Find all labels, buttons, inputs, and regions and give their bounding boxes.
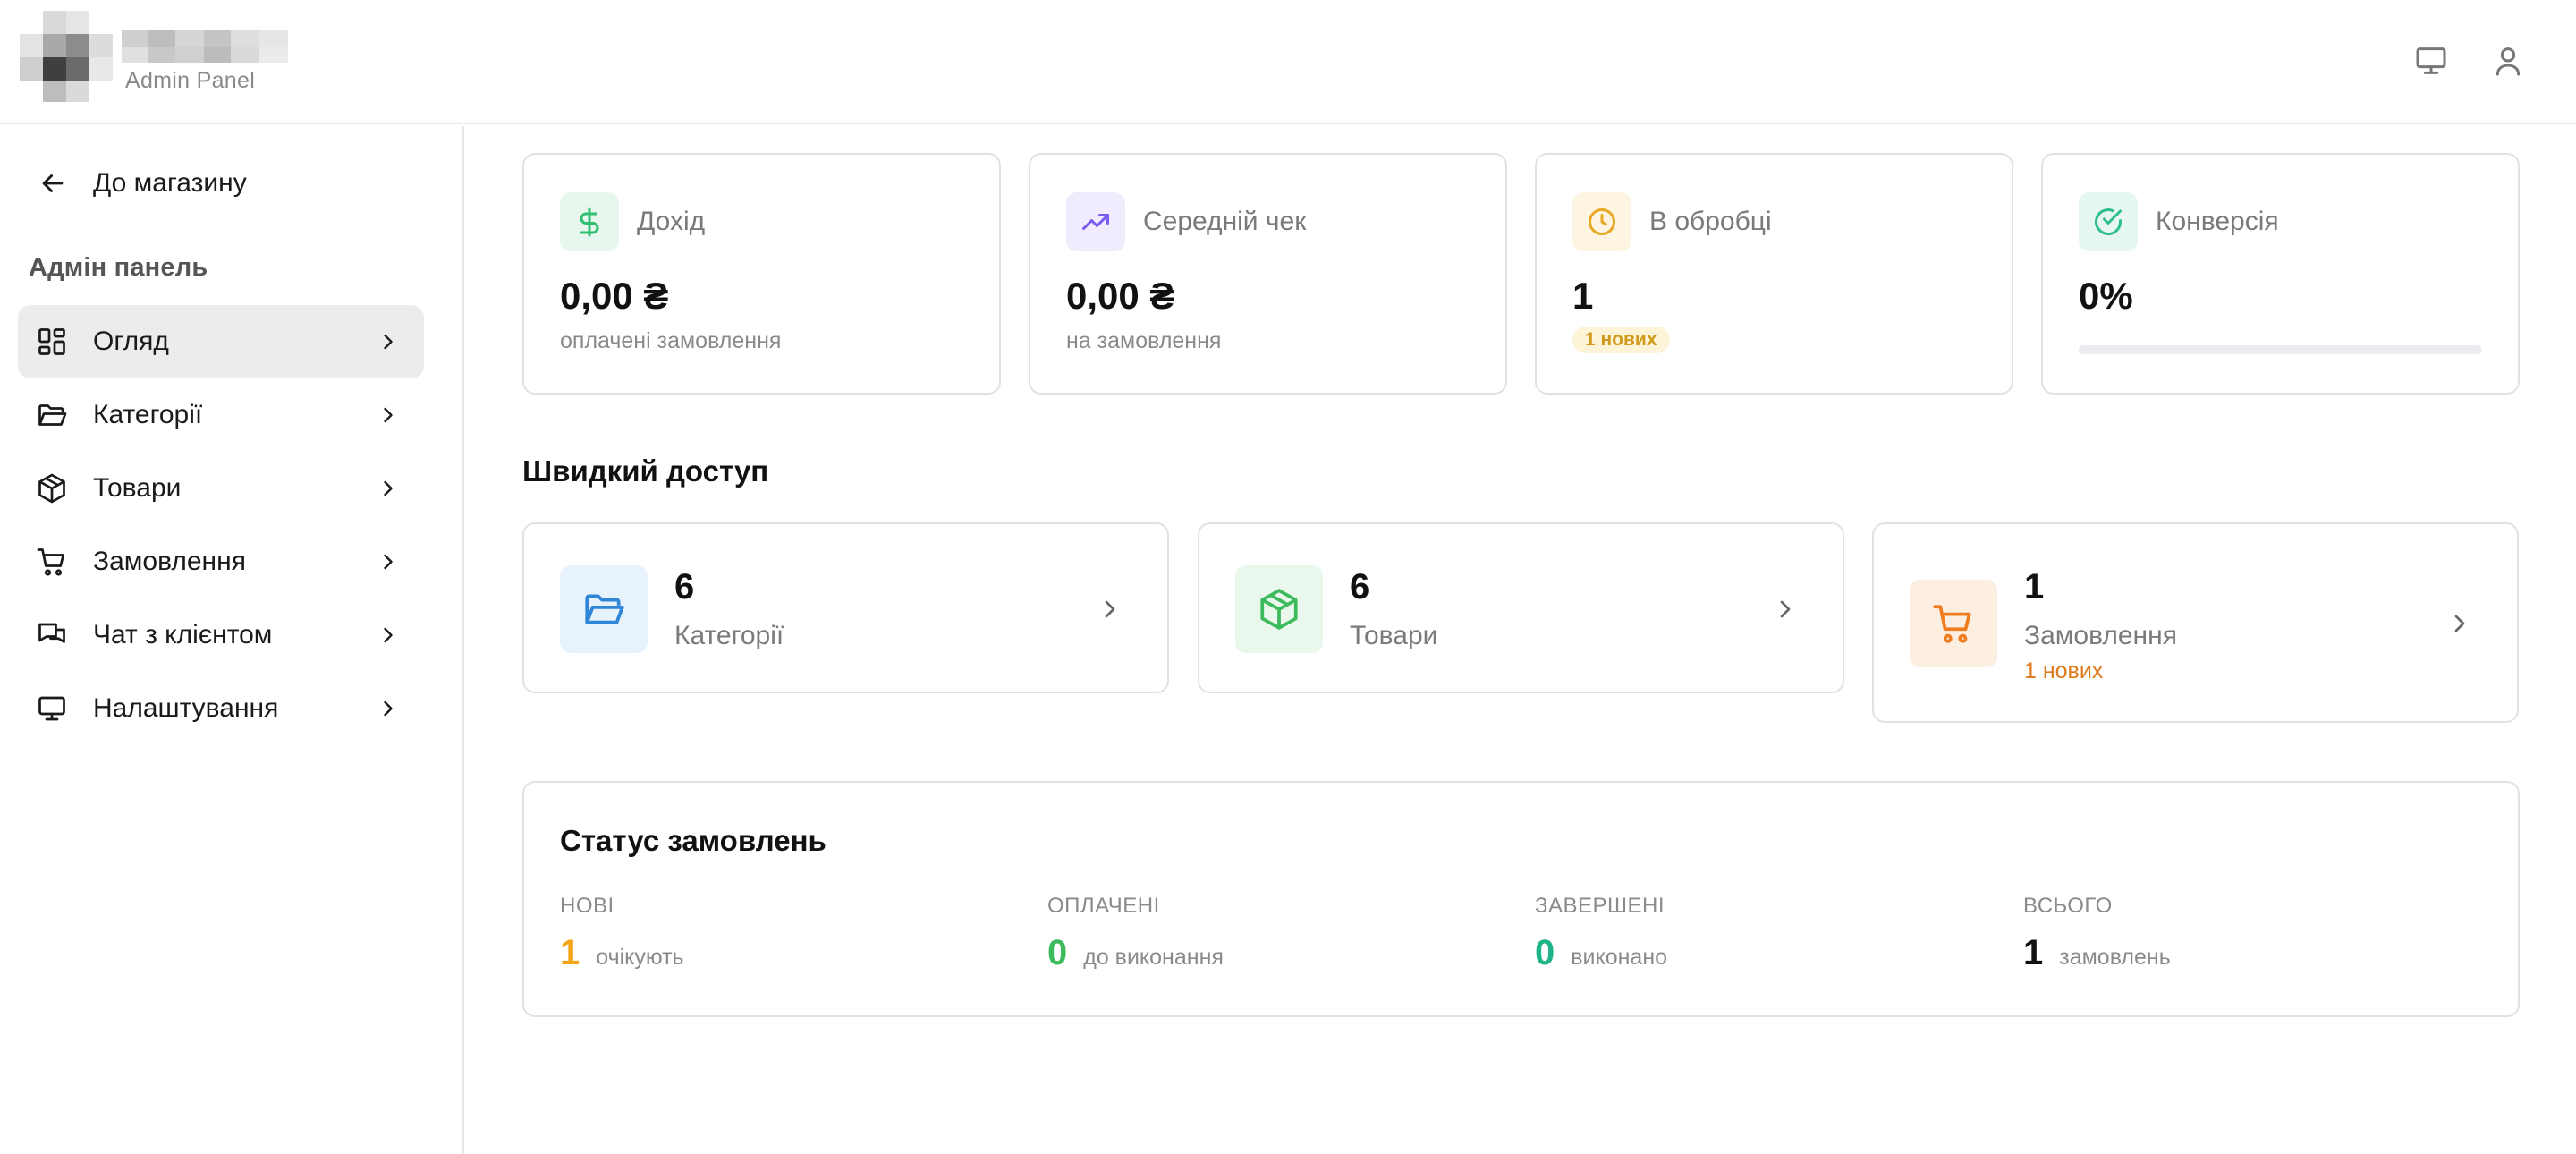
sidebar-nav: Огляд Категорії Товари Замовлення Чат з … bbox=[18, 305, 424, 745]
sidebar-item-categories[interactable]: Категорії bbox=[18, 378, 424, 452]
stat-card-processing: В обробці 1 1 нових bbox=[1535, 153, 2013, 395]
folder-icon bbox=[36, 399, 68, 431]
sidebar-item-settings[interactable]: Налаштування bbox=[18, 672, 424, 745]
sidebar-item-chat[interactable]: Чат з клієнтом bbox=[18, 598, 424, 672]
stat-label: Конверсія bbox=[2156, 207, 2279, 236]
chevron-right-icon bbox=[376, 476, 401, 501]
status-col-desc: виконано bbox=[1571, 945, 1668, 970]
stat-value: 0,00 ₴ bbox=[1066, 275, 1175, 317]
folder-icon bbox=[560, 565, 648, 653]
quick-card-count: 6 bbox=[674, 567, 695, 607]
arrow-left-icon bbox=[42, 174, 64, 192]
dollar-icon bbox=[560, 192, 619, 251]
status-badge: 1 нових bbox=[1572, 327, 1670, 353]
status-col-paid: ОПЛАЧЕНІ 0 до виконання bbox=[1047, 894, 1224, 973]
stat-label: В обробці bbox=[1649, 207, 1772, 236]
monitor-icon bbox=[36, 692, 68, 725]
package-icon bbox=[36, 472, 68, 505]
chevron-right-icon bbox=[376, 549, 401, 574]
stat-card-conversion: Конверсія 0% bbox=[2041, 153, 2520, 395]
status-col-total: ВСЬОГО 1 замовлень bbox=[2023, 894, 2171, 973]
stat-label: Дохід bbox=[637, 207, 706, 236]
quick-card-count: 6 bbox=[1350, 567, 1370, 607]
quick-access-title: Швидкий доступ bbox=[522, 454, 769, 488]
status-col-label: ОПЛАЧЕНІ bbox=[1047, 894, 1160, 918]
stat-card-income: Дохід 0,00 ₴ оплачені замовлення bbox=[522, 153, 1001, 395]
sidebar-item-overview[interactable]: Огляд bbox=[18, 305, 424, 378]
sidebar: До магазину Адмін панель Огляд Категорії bbox=[0, 126, 464, 1154]
sidebar-item-label: Категорії bbox=[93, 400, 203, 429]
sidebar-item-label: Огляд bbox=[93, 327, 169, 356]
order-status-card: Статус замовлень НОВІ 1 очікують ОПЛАЧЕН… bbox=[522, 781, 2520, 1017]
cart-icon bbox=[36, 546, 68, 578]
logo-icon[interactable] bbox=[20, 11, 113, 102]
chevron-right-icon bbox=[376, 696, 401, 721]
status-col-count: 0 bbox=[1535, 933, 1555, 972]
stat-subtext: оплачені замовлення bbox=[560, 328, 782, 353]
stat-value: 1 bbox=[1572, 275, 1594, 317]
chat-icon bbox=[36, 619, 68, 651]
logo-wordmark bbox=[122, 30, 288, 63]
status-col-count: 1 bbox=[2023, 933, 2044, 972]
status-col-completed: ЗАВЕРШЕНІ 0 виконано bbox=[1535, 894, 1667, 973]
sidebar-item-label: Чат з клієнтом bbox=[93, 620, 273, 649]
clock-icon bbox=[1572, 192, 1631, 251]
trending-up-icon bbox=[1066, 192, 1125, 251]
monitor-icon[interactable] bbox=[2410, 39, 2453, 82]
status-col-label: ЗАВЕРШЕНІ bbox=[1535, 894, 1665, 918]
top-header: Admin Panel bbox=[0, 0, 2576, 124]
stat-value: 0,00 ₴ bbox=[560, 275, 669, 317]
quick-card-label: Товари bbox=[1350, 621, 1438, 650]
sidebar-item-label: Товари bbox=[93, 473, 182, 503]
back-to-store-link[interactable]: До магазину bbox=[38, 162, 247, 205]
chevron-right-icon bbox=[2445, 609, 2474, 638]
status-col-label: ВСЬОГО bbox=[2023, 894, 2113, 918]
status-col-count: 1 bbox=[560, 933, 580, 972]
quick-card-count: 1 bbox=[2024, 567, 2045, 607]
status-col-desc: очікують bbox=[596, 945, 684, 970]
status-col-new: НОВІ 1 очікують bbox=[560, 894, 684, 973]
stat-card-avg-check: Середній чек 0,00 ₴ на замовлення bbox=[1029, 153, 1507, 395]
sidebar-section-title: Адмін панель bbox=[29, 253, 208, 282]
quick-card-new-count: 1 нових bbox=[2024, 658, 2104, 683]
order-status-title: Статус замовлень bbox=[560, 824, 826, 857]
back-to-store-label: До магазину bbox=[93, 168, 247, 198]
status-col-desc: до виконання bbox=[1083, 945, 1224, 970]
chevron-right-icon bbox=[376, 403, 401, 428]
check-circle-icon bbox=[2079, 192, 2138, 251]
sidebar-item-label: Замовлення bbox=[93, 547, 246, 576]
quick-card-products[interactable]: 6 Товари bbox=[1198, 522, 1844, 693]
layout-grid-icon bbox=[36, 326, 68, 358]
stat-value: 0% bbox=[2079, 275, 2133, 317]
status-col-desc: замовлень bbox=[2059, 945, 2171, 970]
header-subtitle: Admin Panel bbox=[125, 68, 256, 93]
quick-card-categories[interactable]: 6 Категорії bbox=[522, 522, 1169, 693]
conversion-progress-bar bbox=[2079, 345, 2482, 354]
package-icon bbox=[1235, 565, 1323, 653]
user-icon[interactable] bbox=[2487, 39, 2529, 82]
stat-subtext: на замовлення bbox=[1066, 328, 1222, 353]
status-col-count: 0 bbox=[1047, 933, 1068, 972]
chevron-right-icon bbox=[1771, 595, 1800, 624]
chevron-right-icon bbox=[376, 623, 401, 648]
quick-card-label: Замовлення bbox=[2024, 621, 2177, 650]
sidebar-item-products[interactable]: Товари bbox=[18, 452, 424, 525]
chevron-right-icon bbox=[1096, 595, 1124, 624]
stat-label: Середній чек bbox=[1143, 207, 1307, 236]
sidebar-item-orders[interactable]: Замовлення bbox=[18, 525, 424, 598]
chevron-right-icon bbox=[376, 329, 401, 354]
cart-icon bbox=[1910, 580, 1997, 667]
quick-card-orders[interactable]: 1 Замовлення 1 нових bbox=[1872, 522, 2519, 723]
sidebar-item-label: Налаштування bbox=[93, 693, 279, 723]
status-col-label: НОВІ bbox=[560, 894, 614, 918]
quick-card-label: Категорії bbox=[674, 621, 784, 650]
